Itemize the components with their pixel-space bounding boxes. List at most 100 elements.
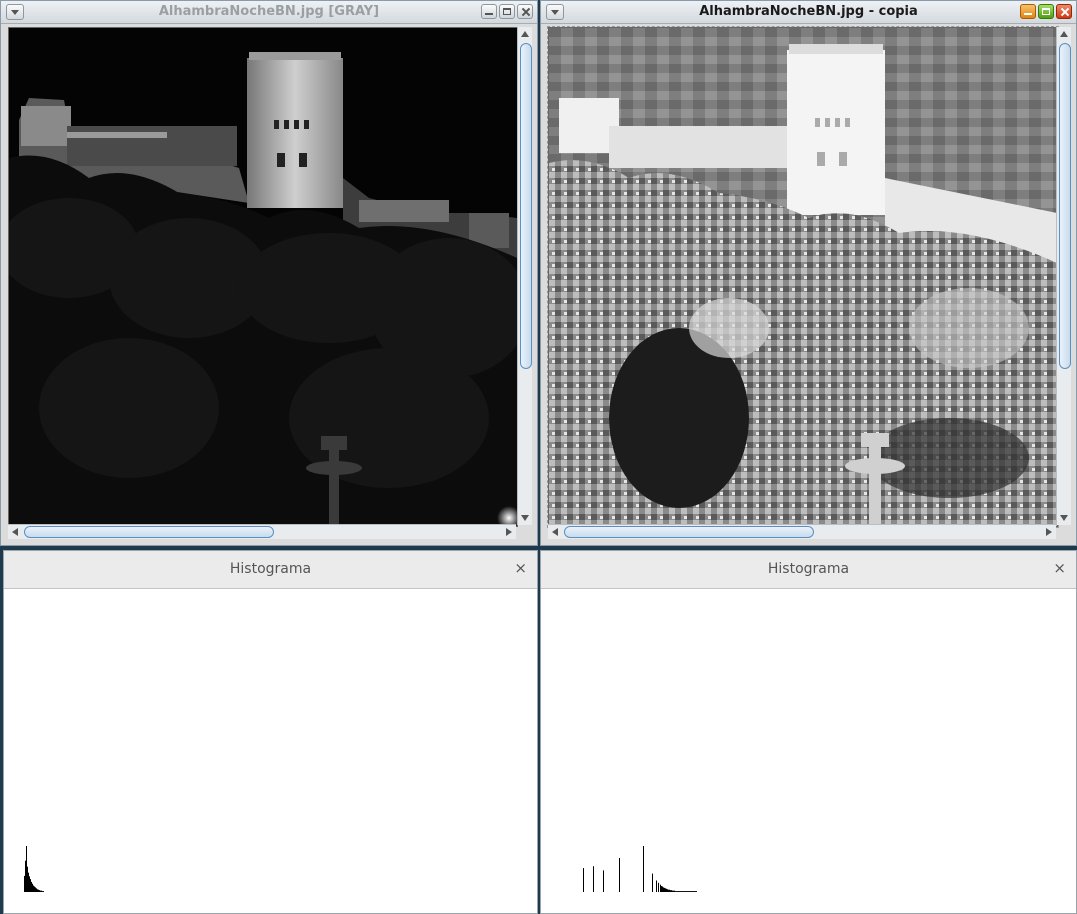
histogram-header: Histograma × xyxy=(541,551,1076,589)
histogram-bar xyxy=(661,886,662,892)
histogram-bar xyxy=(643,846,644,892)
histogram-bar xyxy=(680,891,681,892)
histogram-chart xyxy=(24,846,44,892)
scroll-down-icon[interactable] xyxy=(1060,515,1068,521)
histogram-bar xyxy=(686,891,687,892)
histogram-bar xyxy=(692,891,693,892)
histogram-bar xyxy=(38,889,39,892)
histogram-bar xyxy=(41,890,42,892)
scroll-up-icon[interactable] xyxy=(521,31,529,37)
histogram-panel-left[interactable]: Histograma × xyxy=(3,550,538,914)
maximize-icon[interactable] xyxy=(1038,4,1054,19)
vertical-scrollbar[interactable] xyxy=(517,27,532,525)
histogram-bar xyxy=(691,891,692,892)
histogram-bar xyxy=(690,891,691,892)
histogram-bar xyxy=(682,891,683,892)
histogram-bar xyxy=(695,891,696,892)
window-title: AlhambraNocheBN.jpg [GRAY] xyxy=(158,4,380,19)
scroll-thumb[interactable] xyxy=(1059,43,1071,369)
histogram-bar xyxy=(689,891,690,892)
scroll-right-icon[interactable] xyxy=(1046,528,1052,536)
histogram-bar xyxy=(677,891,678,892)
histogram-bar xyxy=(668,889,669,892)
alhambra-equalized-image xyxy=(549,28,1057,526)
histogram-title: Histograma xyxy=(767,561,850,577)
histogram-bar xyxy=(683,891,684,892)
histogram-bar xyxy=(665,888,666,892)
histogram-bar xyxy=(25,860,26,892)
horizontal-scrollbar[interactable] xyxy=(548,524,1056,539)
histogram-bar xyxy=(688,891,689,892)
histogram-bar xyxy=(694,891,695,892)
close-icon[interactable]: × xyxy=(514,559,527,577)
window-titlebar[interactable]: AlhambraNocheBN.jpg - copia xyxy=(541,1,1076,24)
histogram-bar xyxy=(679,891,680,892)
alhambra-night-image xyxy=(9,28,517,526)
scroll-up-icon[interactable] xyxy=(1060,31,1068,37)
histogram-bar xyxy=(40,890,41,892)
histogram-bar xyxy=(658,882,659,892)
scroll-down-icon[interactable] xyxy=(521,515,529,521)
minimize-icon[interactable] xyxy=(1020,4,1036,19)
histogram-bar xyxy=(664,887,665,892)
minimize-icon[interactable] xyxy=(481,4,497,19)
histogram-bar xyxy=(669,889,670,892)
histogram-bar xyxy=(660,884,661,892)
histogram-bar xyxy=(32,883,33,892)
histogram-bar xyxy=(31,881,32,892)
histogram-bar xyxy=(43,891,44,892)
histogram-bar xyxy=(39,890,40,892)
histogram-header: Histograma × xyxy=(4,551,537,589)
histogram-bar xyxy=(693,891,694,892)
histogram-bar xyxy=(35,887,36,892)
scroll-thumb[interactable] xyxy=(564,526,814,538)
scroll-thumb[interactable] xyxy=(520,43,532,369)
histogram-bar xyxy=(674,890,675,892)
histogram-bar xyxy=(681,891,682,892)
histogram-bar xyxy=(27,866,28,892)
histogram-bar xyxy=(42,891,43,892)
histogram-bar xyxy=(676,891,677,892)
histogram-bar xyxy=(696,891,697,892)
scroll-right-icon[interactable] xyxy=(506,528,512,536)
histogram-bar xyxy=(619,857,620,892)
horizontal-scrollbar[interactable] xyxy=(8,524,516,539)
histogram-bar xyxy=(24,875,25,892)
histogram-bar xyxy=(678,891,679,892)
close-icon[interactable]: × xyxy=(1053,559,1066,577)
histogram-title: Histograma xyxy=(229,561,312,577)
histogram-bar xyxy=(684,891,685,892)
scroll-thumb[interactable] xyxy=(24,526,274,538)
close-icon[interactable] xyxy=(517,4,533,19)
histogram-bar xyxy=(37,889,38,892)
histogram-panel-right[interactable]: Histograma × xyxy=(540,550,1077,914)
histogram-bar xyxy=(603,870,604,892)
maximize-icon[interactable] xyxy=(499,4,515,19)
image-canvas-copy[interactable] xyxy=(547,26,1059,528)
window-titlebar[interactable]: AlhambraNocheBN.jpg [GRAY] xyxy=(1,1,537,24)
histogram-bar xyxy=(675,891,676,892)
histogram-bar xyxy=(663,887,664,892)
close-icon[interactable] xyxy=(1056,4,1072,19)
window-title: AlhambraNocheBN.jpg - copia xyxy=(699,4,918,19)
histogram-bar xyxy=(672,890,673,892)
histogram-bar xyxy=(33,885,34,892)
histogram-bar xyxy=(667,889,668,892)
histogram-bar xyxy=(652,873,653,892)
histogram-bar xyxy=(687,891,688,892)
histogram-bar xyxy=(36,888,37,892)
histogram-bar xyxy=(666,888,667,892)
histogram-bar xyxy=(583,868,584,892)
histogram-bar xyxy=(671,890,672,892)
scroll-left-icon[interactable] xyxy=(12,528,18,536)
image-window-copy[interactable]: AlhambraNocheBN.jpg - copia xyxy=(540,0,1077,546)
histogram-bar xyxy=(656,880,657,892)
histogram-chart xyxy=(583,846,697,892)
vertical-scrollbar[interactable] xyxy=(1056,27,1071,525)
histogram-bar xyxy=(28,872,29,892)
histogram-bar xyxy=(673,890,674,892)
image-window-original[interactable]: AlhambraNocheBN.jpg [GRAY] xyxy=(0,0,538,546)
histogram-bar xyxy=(593,866,594,892)
image-canvas-original[interactable] xyxy=(8,27,518,527)
scroll-left-icon[interactable] xyxy=(552,528,558,536)
